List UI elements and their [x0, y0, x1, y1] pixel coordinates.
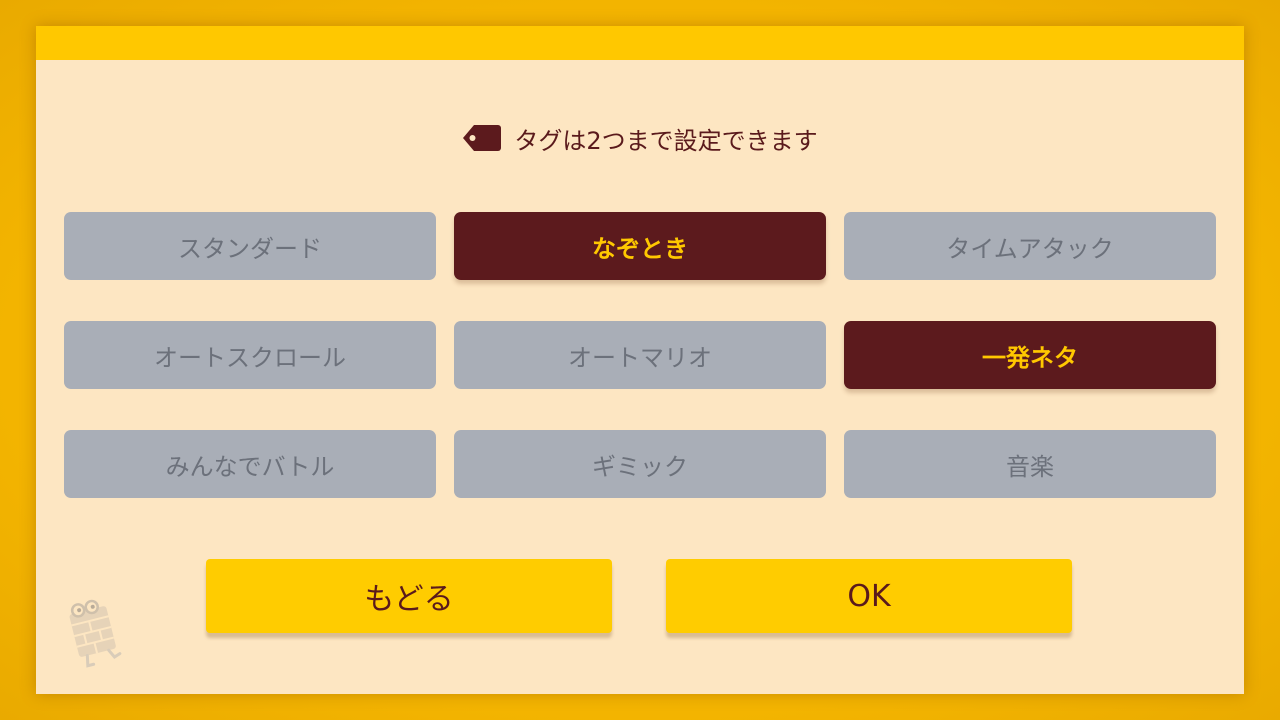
tag-label: オートスクロール: [154, 343, 346, 372]
tag-label: オートマリオ: [568, 343, 712, 372]
tag-button-themed[interactable]: ギミック: [454, 430, 826, 498]
tag-button-standard[interactable]: スタンダード: [64, 212, 436, 280]
tag-label: 一発ネタ: [982, 343, 1078, 372]
tag-button-music[interactable]: 音楽: [844, 430, 1216, 498]
tag-label: みんなでバトル: [165, 452, 335, 481]
tag-label: 音楽: [1006, 452, 1054, 481]
tag-label: タイムアタック: [946, 234, 1114, 263]
tag-button-multiplayer-versus[interactable]: みんなでバトル: [64, 430, 436, 498]
back-button[interactable]: もどる: [206, 559, 612, 633]
tag-label: なぞとき: [592, 234, 688, 263]
dialog-header-bar: [36, 26, 1244, 60]
tag-label: スタンダード: [178, 234, 322, 263]
tag-icon: [462, 124, 502, 152]
ok-button[interactable]: OK: [666, 559, 1072, 633]
tag-button-time-attack[interactable]: タイムアタック: [844, 212, 1216, 280]
brick-mascot-icon: [64, 596, 134, 668]
notice-text: タグは2つまで設定できます: [514, 126, 818, 155]
tag-button-auto-scroll[interactable]: オートスクロール: [64, 321, 436, 389]
tag-limit-notice: タグは2つまで設定できます: [36, 118, 1244, 158]
tag-label: ギミック: [592, 452, 688, 481]
back-button-label: もどる: [364, 582, 454, 617]
tag-button-puzzle[interactable]: なぞとき: [454, 212, 826, 280]
ok-button-label: OK: [847, 578, 891, 614]
tag-settings-dialog: タグは2つまで設定できます スタンダード なぞとき タイムアタック オートスクロ…: [36, 26, 1244, 694]
tag-button-short-and-sweet[interactable]: 一発ネタ: [844, 321, 1216, 389]
tag-button-auto-mario[interactable]: オートマリオ: [454, 321, 826, 389]
